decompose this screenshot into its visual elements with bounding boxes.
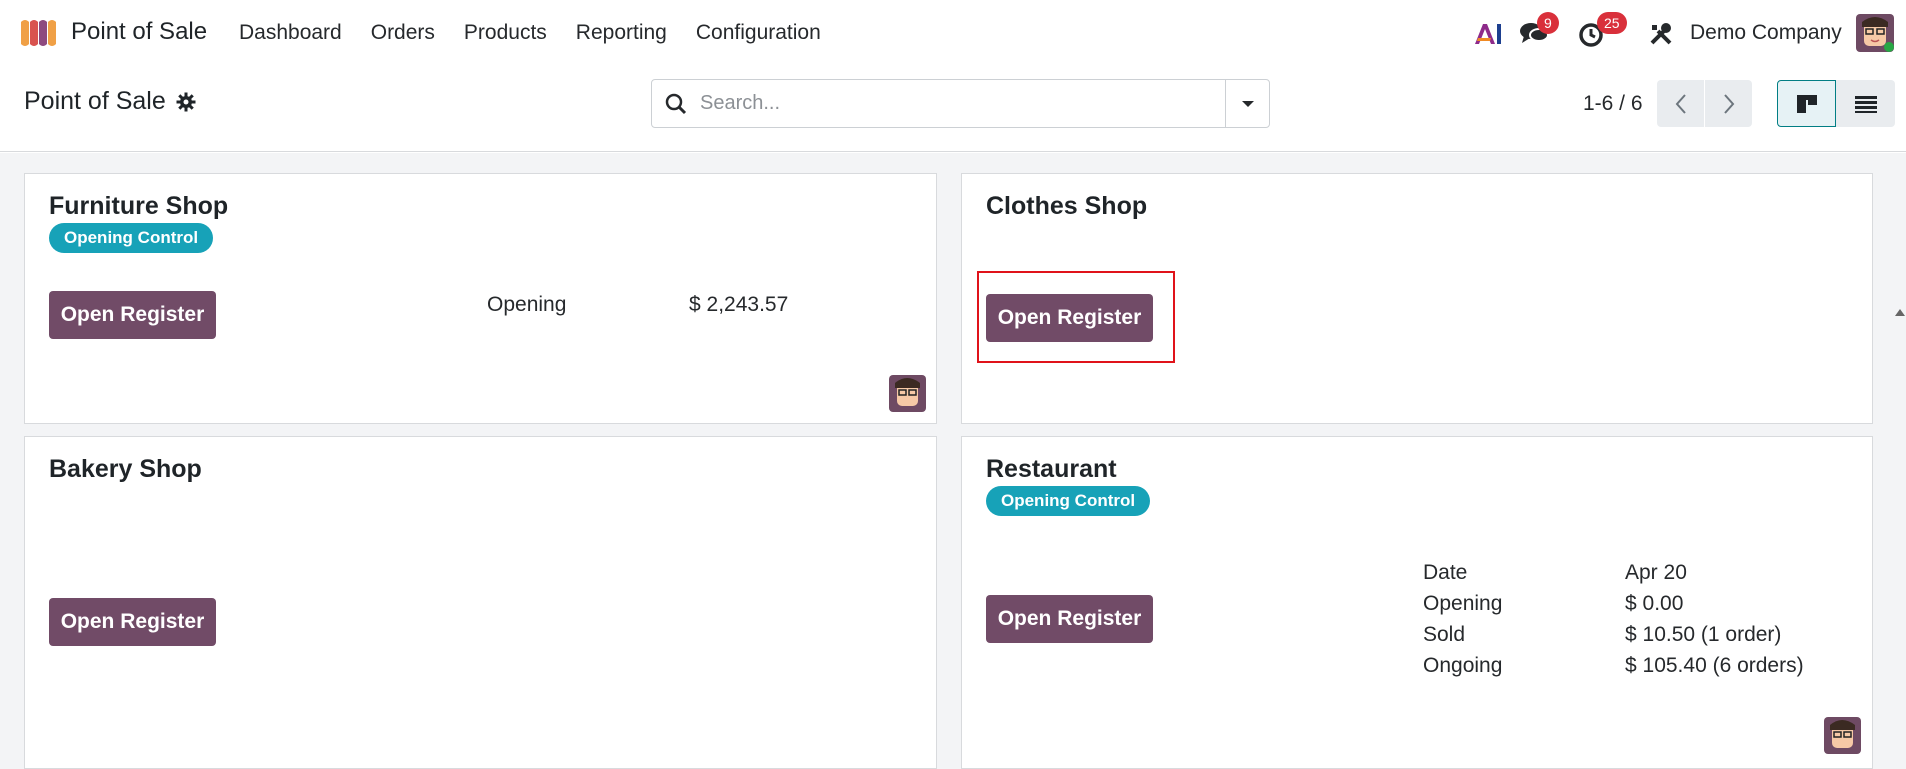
user-avatar[interactable] bbox=[1856, 14, 1894, 52]
ai-icon[interactable] bbox=[1473, 20, 1503, 46]
stat-value-ongoing: $ 105.40 (6 orders) bbox=[1625, 654, 1804, 677]
kanban-view: Furniture Shop Opening Control Open Regi… bbox=[0, 153, 1906, 769]
highlight-box bbox=[977, 271, 1175, 363]
search-icon bbox=[665, 93, 687, 115]
messages-count-badge: 9 bbox=[1537, 12, 1559, 34]
menu-orders[interactable]: Orders bbox=[371, 21, 435, 45]
menu-dashboard[interactable]: Dashboard bbox=[239, 21, 342, 45]
list-view-icon bbox=[1854, 95, 1877, 113]
stat-label-sold: Sold bbox=[1423, 623, 1466, 646]
page-title: Point of Sale bbox=[24, 87, 166, 115]
stat-label-date: Date bbox=[1423, 561, 1468, 584]
responsible-avatar[interactable] bbox=[889, 375, 926, 412]
stat-label-ongoing: Ongoing bbox=[1423, 654, 1503, 677]
search-options-toggle[interactable] bbox=[1225, 80, 1269, 127]
scrollbar-up-arrow[interactable] bbox=[1895, 309, 1905, 316]
chevron-right-icon bbox=[1723, 93, 1734, 114]
open-register-button[interactable]: Open Register bbox=[49, 598, 216, 646]
stat-value-sold: $ 10.50 (1 order) bbox=[1625, 623, 1782, 646]
stat-value-opening: $ 0.00 bbox=[1625, 592, 1684, 615]
main-menu: Dashboard Orders Products Reporting Conf… bbox=[239, 21, 850, 45]
card-title[interactable]: Clothes Shop bbox=[986, 192, 1147, 221]
stat-label: Opening bbox=[487, 293, 567, 316]
top-navbar: Point of Sale Dashboard Orders Products … bbox=[0, 0, 1906, 66]
status-badge: Opening Control bbox=[986, 486, 1151, 516]
card-title[interactable]: Restaurant bbox=[986, 455, 1117, 484]
caret-down-icon bbox=[1241, 100, 1254, 107]
company-switcher[interactable]: Demo Company bbox=[1690, 21, 1842, 45]
card-title[interactable]: Bakery Shop bbox=[49, 455, 202, 484]
open-register-button[interactable]: Open Register bbox=[49, 291, 216, 339]
pos-card-furniture-shop: Furniture Shop Opening Control Open Regi… bbox=[24, 173, 937, 424]
pos-app-icon[interactable] bbox=[19, 18, 59, 48]
responsible-avatar[interactable] bbox=[1824, 717, 1861, 754]
gear-icon[interactable] bbox=[176, 92, 196, 112]
chevron-left-icon bbox=[1675, 93, 1686, 114]
pager-previous-button[interactable] bbox=[1657, 80, 1704, 127]
search-bar bbox=[651, 79, 1270, 128]
activities-count-badge: 25 bbox=[1597, 12, 1627, 34]
open-register-button[interactable]: Open Register bbox=[986, 595, 1153, 643]
menu-configuration[interactable]: Configuration bbox=[696, 21, 821, 45]
debug-tools-icon[interactable] bbox=[1648, 21, 1674, 47]
stat-value: $ 2,243.57 bbox=[689, 293, 789, 316]
status-badge: Opening Control bbox=[49, 223, 214, 253]
stat-label-opening: Opening bbox=[1423, 592, 1503, 615]
pos-card-bakery-shop: Bakery Shop Open Register bbox=[24, 436, 937, 769]
search-input[interactable] bbox=[700, 80, 1210, 127]
card-title[interactable]: Furniture Shop bbox=[49, 192, 228, 221]
menu-reporting[interactable]: Reporting bbox=[576, 21, 667, 45]
list-view-button[interactable] bbox=[1836, 80, 1895, 127]
stat-value-date: Apr 20 bbox=[1625, 561, 1687, 584]
pos-card-restaurant: Restaurant Opening Control Open Register… bbox=[961, 436, 1873, 769]
pager-next-button[interactable] bbox=[1705, 80, 1752, 127]
pager-value[interactable]: 1-6 / 6 bbox=[1583, 92, 1643, 116]
app-name[interactable]: Point of Sale bbox=[71, 18, 207, 46]
menu-products[interactable]: Products bbox=[464, 21, 547, 45]
kanban-view-icon bbox=[1796, 94, 1817, 113]
breadcrumb: Point of Sale bbox=[24, 87, 196, 116]
control-panel: Point of Sale 1-6 / 6 bbox=[0, 66, 1906, 152]
kanban-view-button[interactable] bbox=[1777, 80, 1836, 127]
